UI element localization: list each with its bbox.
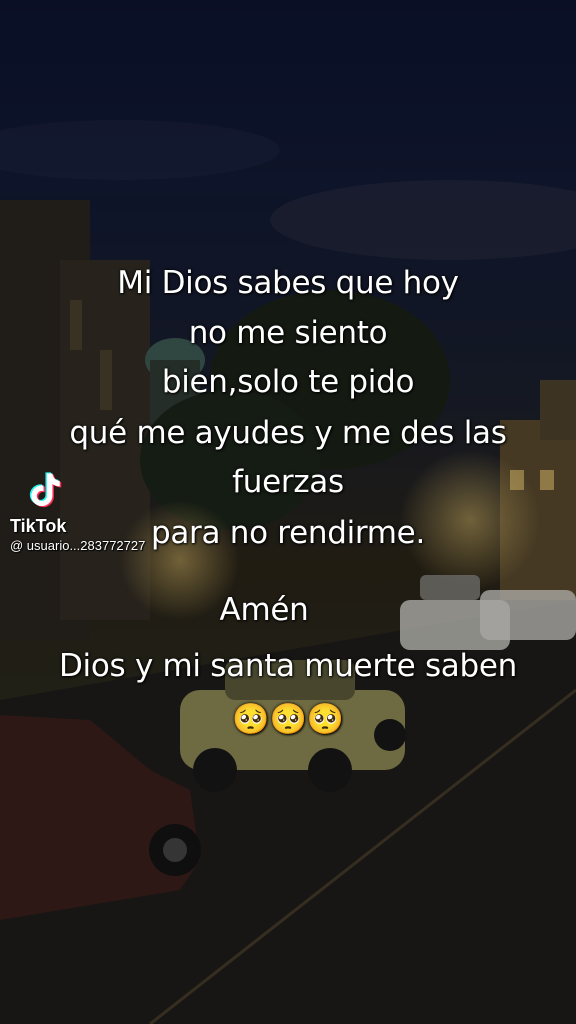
caption-line-2: no me siento <box>188 315 388 351</box>
caption-line-5: fuerzas <box>232 464 344 500</box>
tiktok-brand-label: TikTok <box>10 516 67 536</box>
caption-line-8: Dios y mi santa muerte saben <box>58 648 517 684</box>
caption-amen: Amén <box>219 592 309 628</box>
caption-line-1: Mi Dios sabes que hoy <box>117 265 459 301</box>
tiktok-username: @ usuario...283772727 <box>10 538 146 553</box>
tiktok-logo-icon <box>29 472 62 508</box>
pleading-face-emojis: 🥺🥺🥺 <box>232 702 344 737</box>
caption-line-4: qué me ayudes y me des las <box>69 415 507 451</box>
caption-line-3: bien,solo te pido <box>161 364 415 400</box>
dark-overlay <box>0 0 576 1024</box>
video-frame: Mi Dios sabes que hoy no me siento bien,… <box>0 0 576 1024</box>
